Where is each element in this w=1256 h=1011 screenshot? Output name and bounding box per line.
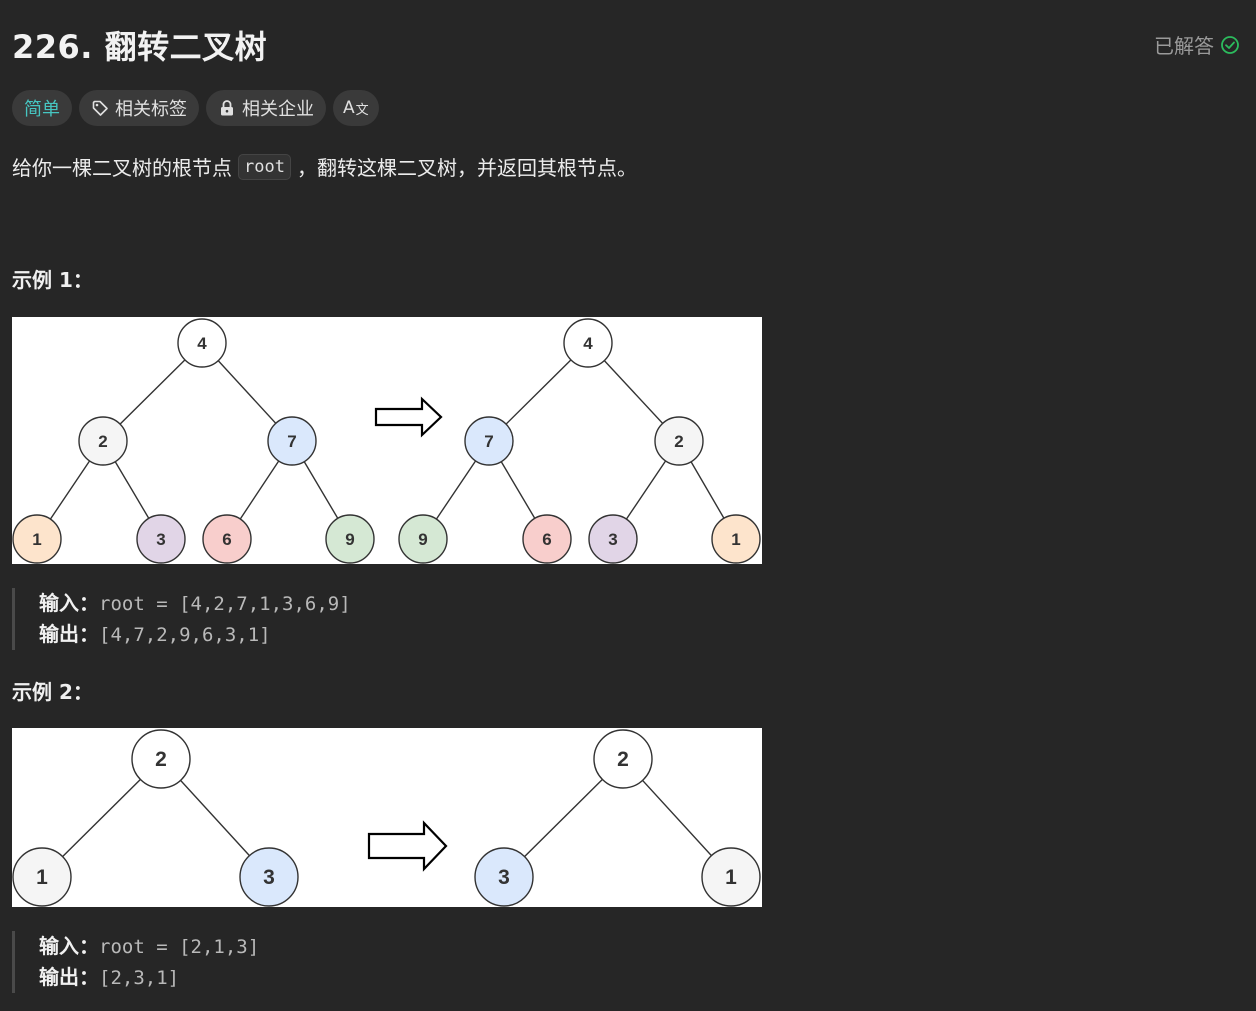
right-arrow-icon xyxy=(374,396,443,438)
check-circle-icon xyxy=(1221,35,1239,54)
example-1-output-line: 输出：[4,7,2,9,6,3,1] xyxy=(39,619,351,650)
related-companies-label: 相关企业 xyxy=(242,99,314,120)
problem-page: 226. 翻转二叉树 已解答 简单 相关标签 相关企业 A 文 给你一棵二叉树的… xyxy=(0,0,1256,1011)
tree-node: 7 xyxy=(464,416,514,466)
example-2-io: 输入：root = [2,1,3] 输出：[2,3,1] xyxy=(12,931,259,993)
related-companies-button[interactable]: 相关企业 xyxy=(206,90,326,126)
tree-node: 9 xyxy=(325,514,375,564)
svg-text:6: 6 xyxy=(542,530,551,549)
problem-description: 给你一棵二叉树的根节点 root ，翻转这棵二叉树，并返回其根节点。 xyxy=(12,152,637,181)
tag-icon xyxy=(92,100,108,116)
svg-text:9: 9 xyxy=(345,530,354,549)
svg-text:3: 3 xyxy=(608,530,617,549)
problem-title: 226. 翻转二叉树 xyxy=(12,28,268,66)
tree-node: 2 xyxy=(131,729,191,789)
lock-icon xyxy=(221,100,233,116)
example-1-tree-diagram: 4 2 7 1 3 6 9 4 7 2 9 6 3 1 xyxy=(12,318,761,564)
input-value: root = [4,2,7,1,3,6,9] xyxy=(99,593,351,615)
tree-before: 2 1 3 xyxy=(12,729,299,907)
tree-node: 9 xyxy=(398,514,448,564)
tree-after: 4 7 2 9 6 3 1 xyxy=(398,318,761,564)
tree-node: 7 xyxy=(267,416,317,466)
tree-node: 4 xyxy=(563,318,613,368)
tree-node: 1 xyxy=(12,847,72,907)
tree-node: 1 xyxy=(711,514,761,564)
svg-text:7: 7 xyxy=(287,432,296,451)
translate-icon: A 文 xyxy=(343,98,369,118)
input-value: root = [2,1,3] xyxy=(99,936,260,958)
input-label: 输入： xyxy=(39,591,99,615)
output-label: 输出： xyxy=(39,622,99,646)
difficulty-label: 简单 xyxy=(24,99,60,120)
tree-node: 1 xyxy=(12,514,62,564)
output-value: [2,3,1] xyxy=(99,967,180,989)
svg-text:4: 4 xyxy=(197,334,207,353)
tree-node: 2 xyxy=(593,729,653,789)
tree-node: 3 xyxy=(239,847,299,907)
example-1-input-line: 输入：root = [4,2,7,1,3,6,9] xyxy=(39,588,351,619)
svg-text:3: 3 xyxy=(156,530,165,549)
tree-node: 4 xyxy=(177,318,227,368)
example-1-title: 示例 1： xyxy=(12,268,93,292)
svg-text:1: 1 xyxy=(725,866,737,889)
svg-text:1: 1 xyxy=(36,866,48,889)
svg-text:2: 2 xyxy=(617,748,629,771)
example-1-figure: 4 2 7 1 3 6 9 4 7 2 9 6 3 1 xyxy=(12,317,762,564)
description-code: root xyxy=(238,153,291,180)
svg-text:1: 1 xyxy=(731,530,740,549)
tree-node: 6 xyxy=(202,514,252,564)
example-2-output-line: 输出：[2,3,1] xyxy=(39,962,259,993)
input-label: 输入： xyxy=(39,934,99,958)
svg-text:3: 3 xyxy=(498,866,510,889)
description-text-2: ，翻转这棵二叉树，并返回其根节点。 xyxy=(296,156,637,180)
example-2-figure: 2 1 3 2 3 1 xyxy=(12,728,762,907)
tag-bar: 简单 相关标签 相关企业 A 文 xyxy=(12,90,379,126)
related-tags-button[interactable]: 相关标签 xyxy=(79,90,199,126)
svg-text:2: 2 xyxy=(674,432,683,451)
example-1-io: 输入：root = [4,2,7,1,3,6,9] 输出：[4,7,2,9,6,… xyxy=(12,588,351,650)
tree-node: 1 xyxy=(701,847,761,907)
svg-text:3: 3 xyxy=(263,866,275,889)
svg-text:4: 4 xyxy=(583,334,593,353)
svg-text:7: 7 xyxy=(484,432,493,451)
translate-button[interactable]: A 文 xyxy=(333,90,379,126)
tree-node: 3 xyxy=(588,514,638,564)
example-2-title: 示例 2： xyxy=(12,680,93,704)
svg-text:6: 6 xyxy=(222,530,231,549)
tree-after: 2 3 1 xyxy=(474,729,761,907)
solved-status: 已解答 xyxy=(1154,30,1240,59)
svg-text:2: 2 xyxy=(155,748,167,771)
example-2-tree-diagram: 2 1 3 2 3 1 xyxy=(12,729,761,907)
solved-label: 已解答 xyxy=(1154,34,1214,58)
related-tags-label: 相关标签 xyxy=(115,99,187,120)
tree-before: 4 2 7 1 3 6 9 xyxy=(12,318,375,564)
tree-node: 2 xyxy=(78,416,128,466)
tree-node: 6 xyxy=(522,514,572,564)
description-text-1: 给你一棵二叉树的根节点 xyxy=(12,156,232,180)
svg-text:2: 2 xyxy=(98,432,107,451)
difficulty-tag[interactable]: 简单 xyxy=(12,90,72,126)
example-2-input-line: 输入：root = [2,1,3] xyxy=(39,931,259,962)
tree-node: 2 xyxy=(654,416,704,466)
right-arrow-icon xyxy=(367,820,448,872)
output-label: 输出： xyxy=(39,965,99,989)
svg-text:9: 9 xyxy=(418,530,427,549)
tree-node: 3 xyxy=(474,847,534,907)
tree-node: 3 xyxy=(136,514,186,564)
svg-text:1: 1 xyxy=(32,530,41,549)
output-value: [4,7,2,9,6,3,1] xyxy=(99,624,271,646)
